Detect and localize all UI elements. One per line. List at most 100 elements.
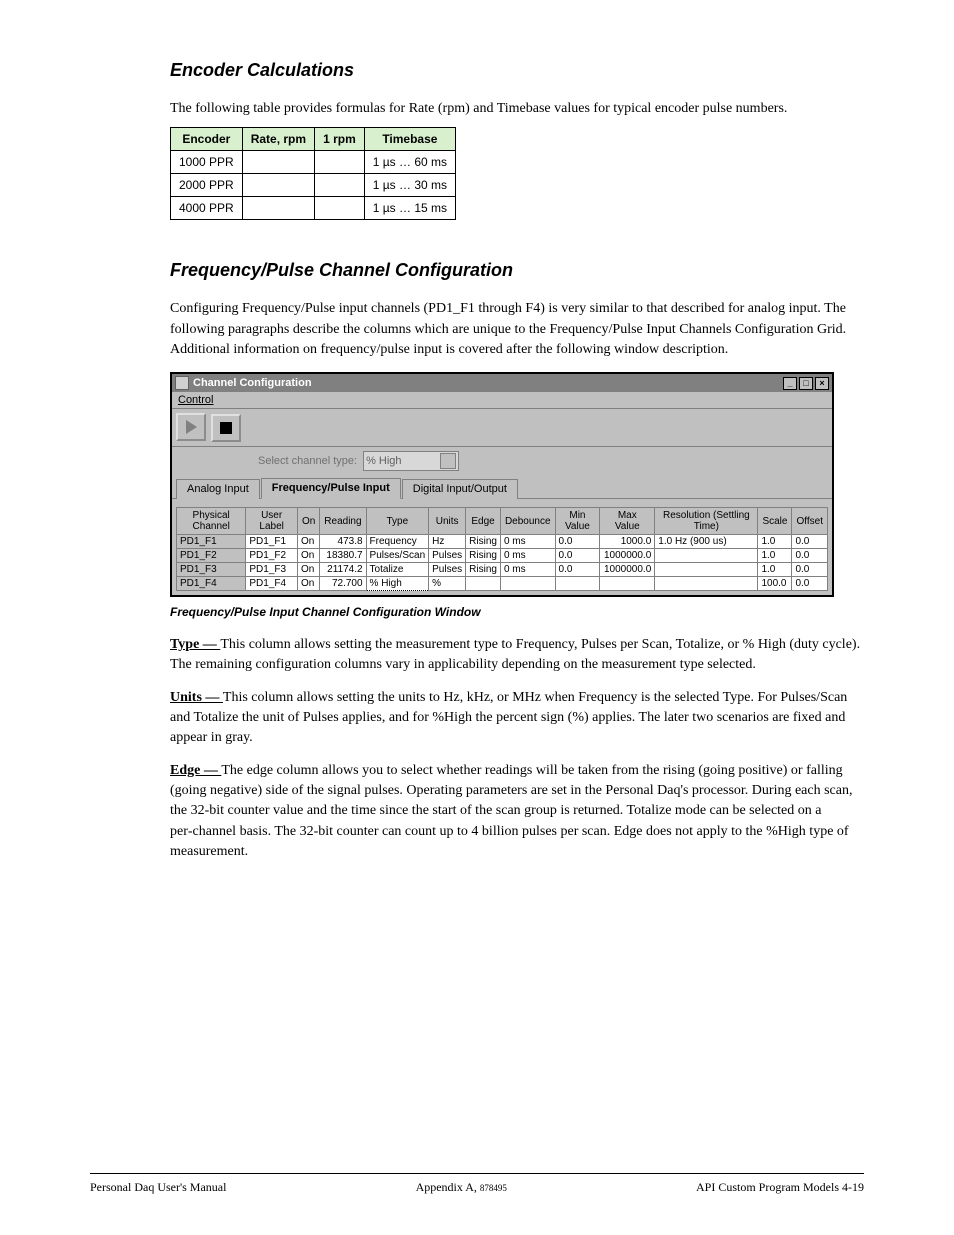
cell[interactable]: PD1_F3	[246, 563, 298, 577]
cell[interactable]: 1000.0	[600, 535, 655, 549]
grid-row[interactable]: PD1_F1 PD1_F1 On 473.8 Frequency Hz Risi…	[177, 535, 828, 549]
cell[interactable]: 0 ms	[500, 563, 555, 577]
cell[interactable]: Frequency	[366, 535, 429, 549]
cell[interactable]: 100.0	[758, 577, 792, 591]
para-units: Units — This column allows setting the u…	[170, 688, 864, 749]
col-user-label[interactable]: User Label	[246, 508, 298, 535]
cell[interactable]: 1.0	[758, 535, 792, 549]
cell[interactable]: PD1_F4	[246, 577, 298, 591]
cell[interactable]: 0.0	[792, 563, 828, 577]
cell[interactable]: 1000000.0	[600, 563, 655, 577]
footer-center: Appendix A, 878495	[416, 1180, 507, 1195]
col-min-value[interactable]: Min Value	[555, 508, 600, 535]
grid-row[interactable]: PD1_F4 PD1_F4 On 72.700 % High % 100.0 0…	[177, 577, 828, 591]
cell[interactable]: On	[297, 577, 319, 591]
window-title: Channel Configuration	[193, 377, 312, 389]
cell[interactable]: Totalize	[366, 563, 429, 577]
mini-cell: 4000 PPR	[171, 197, 243, 220]
cell[interactable]: 0 ms	[500, 535, 555, 549]
col-physical-channel[interactable]: Physical Channel	[177, 508, 246, 535]
cell[interactable]: 1000000.0	[600, 549, 655, 563]
cell: PD1_F2	[177, 549, 246, 563]
cell[interactable]: 1.0 Hz (900 us)	[655, 535, 758, 549]
cell[interactable]	[555, 577, 600, 591]
mini-cell: 1 µs … 60 ms	[364, 151, 455, 174]
cell[interactable]: 1.0	[758, 563, 792, 577]
type-label: Type —	[170, 637, 220, 652]
close-button[interactable]: ×	[815, 377, 829, 390]
intro-paragraph: The following table provides formulas fo…	[170, 99, 864, 119]
cell[interactable]: On	[297, 563, 319, 577]
cell[interactable]: PD1_F1	[246, 535, 298, 549]
grid-row[interactable]: PD1_F3 PD1_F3 On 21174.2 Totalize Pulses…	[177, 563, 828, 577]
cell[interactable]: %	[429, 577, 466, 591]
cell: 18380.7	[320, 549, 366, 563]
cell[interactable]: Rising	[466, 535, 501, 549]
cell[interactable]	[655, 563, 758, 577]
dropdown-icon[interactable]	[440, 453, 456, 469]
play-button[interactable]	[176, 413, 206, 441]
grid-row[interactable]: PD1_F2 PD1_F2 On 18380.7 Pulses/Scan Pul…	[177, 549, 828, 563]
maximize-button[interactable]: □	[799, 377, 813, 390]
para-type: Type — This column allows setting the me…	[170, 635, 864, 676]
tab-strip: Analog Input Frequency/Pulse Input Digit…	[172, 477, 832, 499]
cell[interactable]	[500, 577, 555, 591]
minimize-button[interactable]: _	[783, 377, 797, 390]
col-reading[interactable]: Reading	[320, 508, 366, 535]
mini-cell: 1000 PPR	[171, 151, 243, 174]
cell[interactable]: On	[297, 535, 319, 549]
window-caption: Frequency/Pulse Input Channel Configurat…	[170, 605, 864, 619]
col-resolution[interactable]: Resolution (Settling Time)	[655, 508, 758, 535]
cell[interactable]	[600, 577, 655, 591]
tab-digital-io[interactable]: Digital Input/Output	[402, 479, 518, 499]
mini-cell: 2000 PPR	[171, 174, 243, 197]
cell[interactable]: 0 ms	[500, 549, 555, 563]
cell[interactable]: 0.0	[555, 549, 600, 563]
channel-type-label: Select channel type:	[258, 455, 357, 467]
cell[interactable]: Rising	[466, 563, 501, 577]
tab-frequency-pulse-input[interactable]: Frequency/Pulse Input	[261, 478, 401, 499]
mini-th: Timebase	[364, 128, 455, 151]
cell[interactable]: Rising	[466, 549, 501, 563]
cell[interactable]: 0.0	[792, 549, 828, 563]
units-text: This column allows setting the units to …	[170, 690, 847, 746]
mini-cell	[242, 197, 314, 220]
cell[interactable]	[655, 549, 758, 563]
window-titlebar[interactable]: Channel Configuration _ □ ×	[172, 374, 832, 392]
col-on[interactable]: On	[297, 508, 319, 535]
col-scale[interactable]: Scale	[758, 508, 792, 535]
cell[interactable]: Pulses	[429, 563, 466, 577]
cell[interactable]: 0.0	[555, 535, 600, 549]
menu-control[interactable]: Control	[178, 394, 213, 406]
footer-right: API Custom Program Models 4-19	[696, 1180, 864, 1195]
col-edge[interactable]: Edge	[466, 508, 501, 535]
channel-grid[interactable]: Physical Channel User Label On Reading T…	[176, 507, 828, 591]
col-debounce[interactable]: Debounce	[500, 508, 555, 535]
menu-bar[interactable]: Control	[172, 392, 832, 409]
play-icon	[186, 420, 197, 434]
col-max-value[interactable]: Max Value	[600, 508, 655, 535]
cell[interactable]	[655, 577, 758, 591]
channel-type-select[interactable]: % High	[363, 451, 459, 471]
cell-active-editor[interactable]: % High	[366, 577, 429, 591]
app-icon	[175, 376, 189, 390]
cell[interactable]	[466, 577, 501, 591]
cell[interactable]: Hz	[429, 535, 466, 549]
toolbar	[172, 409, 832, 447]
cell: 72.700	[320, 577, 366, 591]
stop-button[interactable]	[211, 414, 241, 442]
cell[interactable]: Pulses/Scan	[366, 549, 429, 563]
col-offset[interactable]: Offset	[792, 508, 828, 535]
cell[interactable]: 0.0	[792, 577, 828, 591]
cell[interactable]: 1.0	[758, 549, 792, 563]
mini-cell	[315, 197, 365, 220]
col-type[interactable]: Type	[366, 508, 429, 535]
freq-heading: Frequency/Pulse Channel Configuration	[170, 260, 864, 281]
cell[interactable]: On	[297, 549, 319, 563]
col-units[interactable]: Units	[429, 508, 466, 535]
cell[interactable]: Pulses	[429, 549, 466, 563]
cell[interactable]: PD1_F2	[246, 549, 298, 563]
cell[interactable]: 0.0	[555, 563, 600, 577]
tab-analog-input[interactable]: Analog Input	[176, 479, 260, 499]
cell[interactable]: 0.0	[792, 535, 828, 549]
